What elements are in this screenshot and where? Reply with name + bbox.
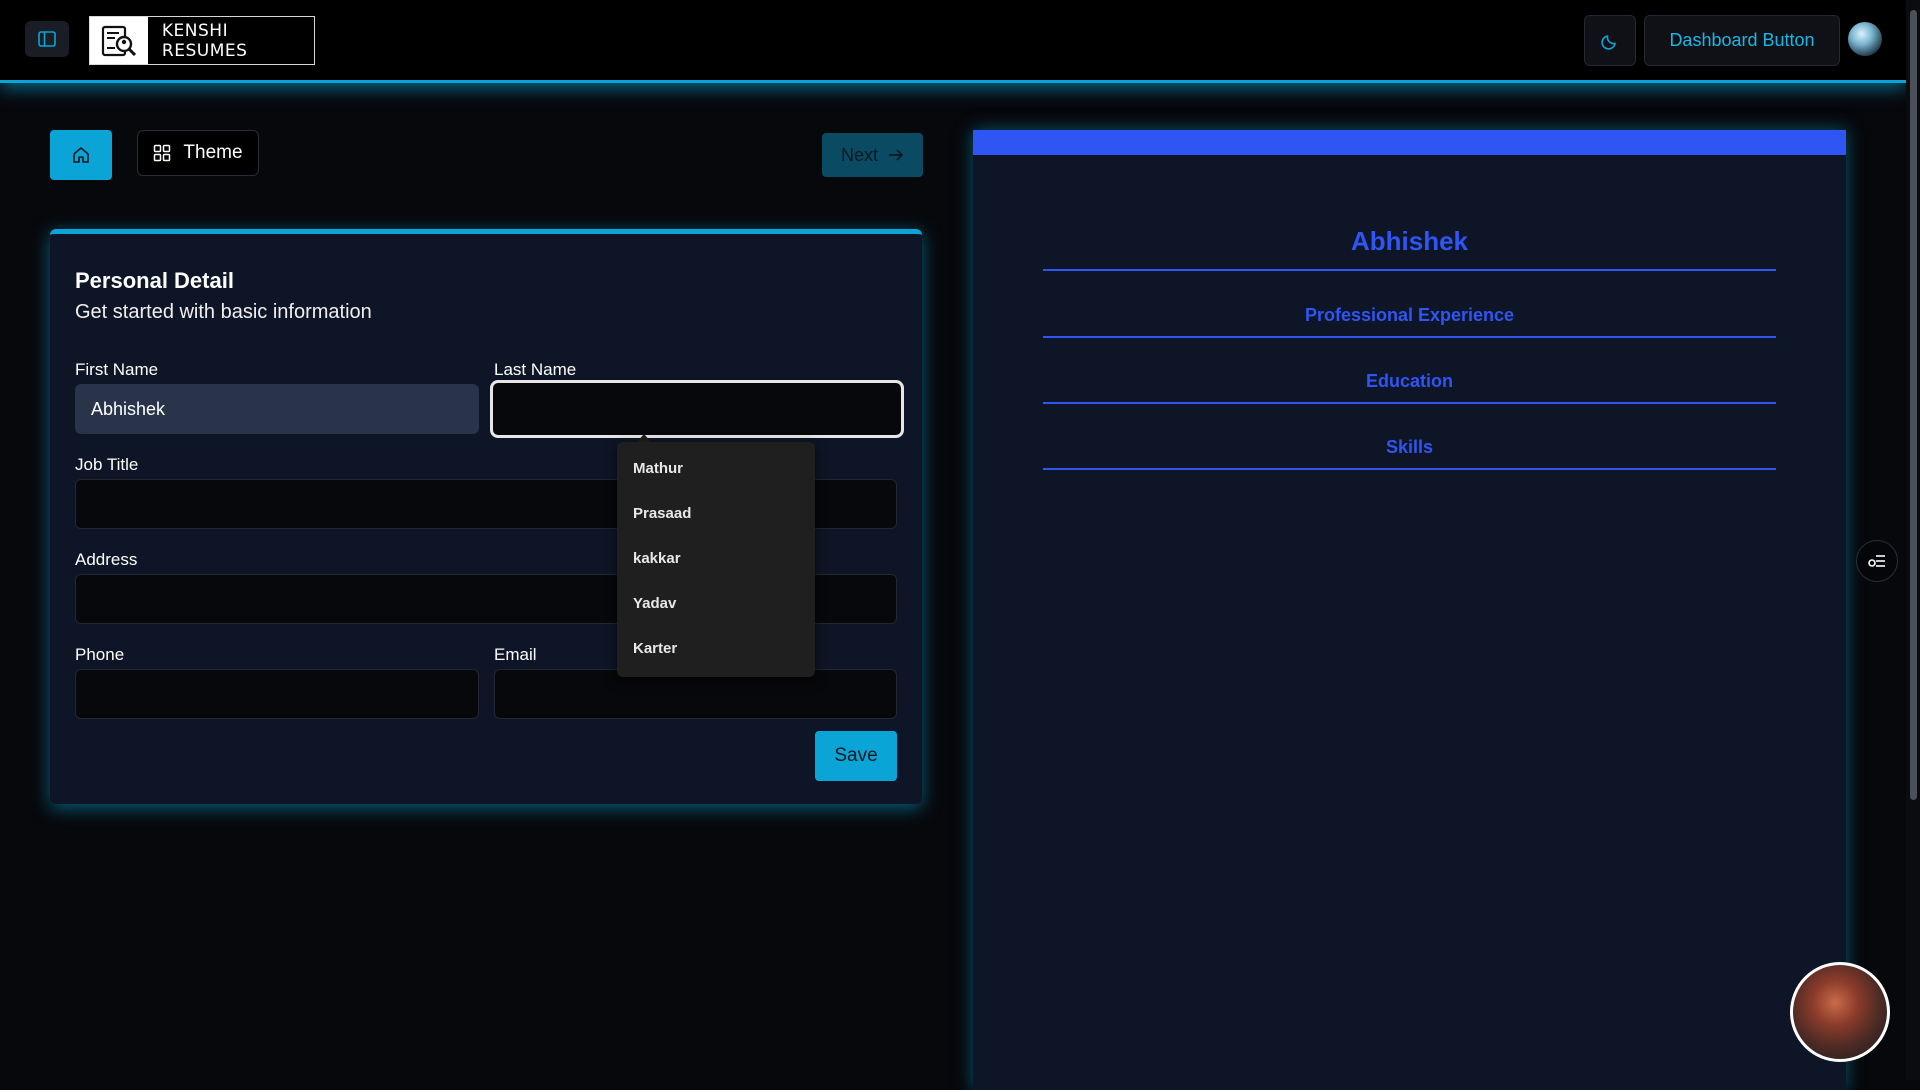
- brand-name: KENSHI RESUMES: [161, 20, 248, 61]
- card-subtitle: Get started with basic information: [75, 301, 372, 323]
- email-label: Email: [494, 645, 537, 664]
- theme-button-label: Theme: [183, 142, 243, 163]
- scrollbar-thumb[interactable]: [1910, 10, 1917, 800]
- sliders-icon: [1868, 555, 1885, 567]
- suggestion-item[interactable]: Prasaad: [633, 505, 691, 522]
- arrow-right-icon: [889, 149, 904, 161]
- suggestion-item[interactable]: kakkar: [633, 550, 681, 567]
- theme-toggle-button[interactable]: [1584, 15, 1636, 66]
- phone-label: Phone: [75, 645, 125, 664]
- settings-slider-button[interactable]: [1856, 540, 1898, 582]
- save-button[interactable]: Save: [815, 731, 897, 781]
- next-button[interactable]: Next: [822, 133, 923, 177]
- next-button-label: Next: [840, 144, 878, 165]
- top-navbar: KENSHI RESUMES Dashboard Button: [0, 0, 1906, 83]
- preview-divider: [1043, 402, 1776, 404]
- preview-divider: [1043, 336, 1776, 338]
- preview-accent-band: [973, 130, 1846, 155]
- assistant-avatar[interactable]: [1790, 962, 1890, 1062]
- brand-logo[interactable]: KENSHI RESUMES: [89, 16, 315, 65]
- last-name-suggestions: Mathur Prasaad kakkar Yadav Karter: [617, 442, 815, 677]
- sidebar-toggle-button[interactable]: [25, 21, 69, 57]
- preview-section-education: Education: [1365, 371, 1453, 391]
- address-label: Address: [75, 550, 138, 569]
- suggestion-item[interactable]: Yadav: [633, 595, 676, 612]
- card-title: Personal Detail: [75, 268, 234, 293]
- resume-preview: Abhishek Professional Experience Educati…: [973, 130, 1846, 1090]
- dashboard-button[interactable]: Dashboard Button: [1644, 15, 1840, 66]
- suggestion-item[interactable]: Mathur: [633, 460, 683, 477]
- phone-input[interactable]: [75, 669, 479, 719]
- job-title-label: Job Title: [75, 455, 139, 474]
- moon-icon: [1601, 34, 1616, 50]
- user-avatar[interactable]: [1848, 22, 1882, 56]
- theme-button[interactable]: Theme: [137, 130, 259, 176]
- preview-section-experience: Professional Experience: [1304, 305, 1515, 325]
- preview-section-skills: Skills: [1385, 437, 1434, 457]
- sidebar-icon: [38, 31, 56, 47]
- resume-search-icon: [90, 17, 148, 64]
- home-icon: [73, 147, 89, 163]
- first-name-label: First Name: [75, 360, 159, 379]
- preview-name: Abhishek: [1350, 226, 1469, 256]
- last-name-input[interactable]: [490, 380, 904, 438]
- suggestion-item[interactable]: Karter: [633, 640, 677, 657]
- last-name-label: Last Name: [494, 360, 577, 379]
- first-name-input[interactable]: Abhishek: [75, 384, 479, 434]
- home-button[interactable]: [50, 130, 112, 180]
- grid-icon: [154, 144, 171, 162]
- preview-divider: [1043, 468, 1776, 470]
- preview-divider: [1043, 269, 1776, 271]
- scrollbar-track[interactable]: [1906, 0, 1920, 1080]
